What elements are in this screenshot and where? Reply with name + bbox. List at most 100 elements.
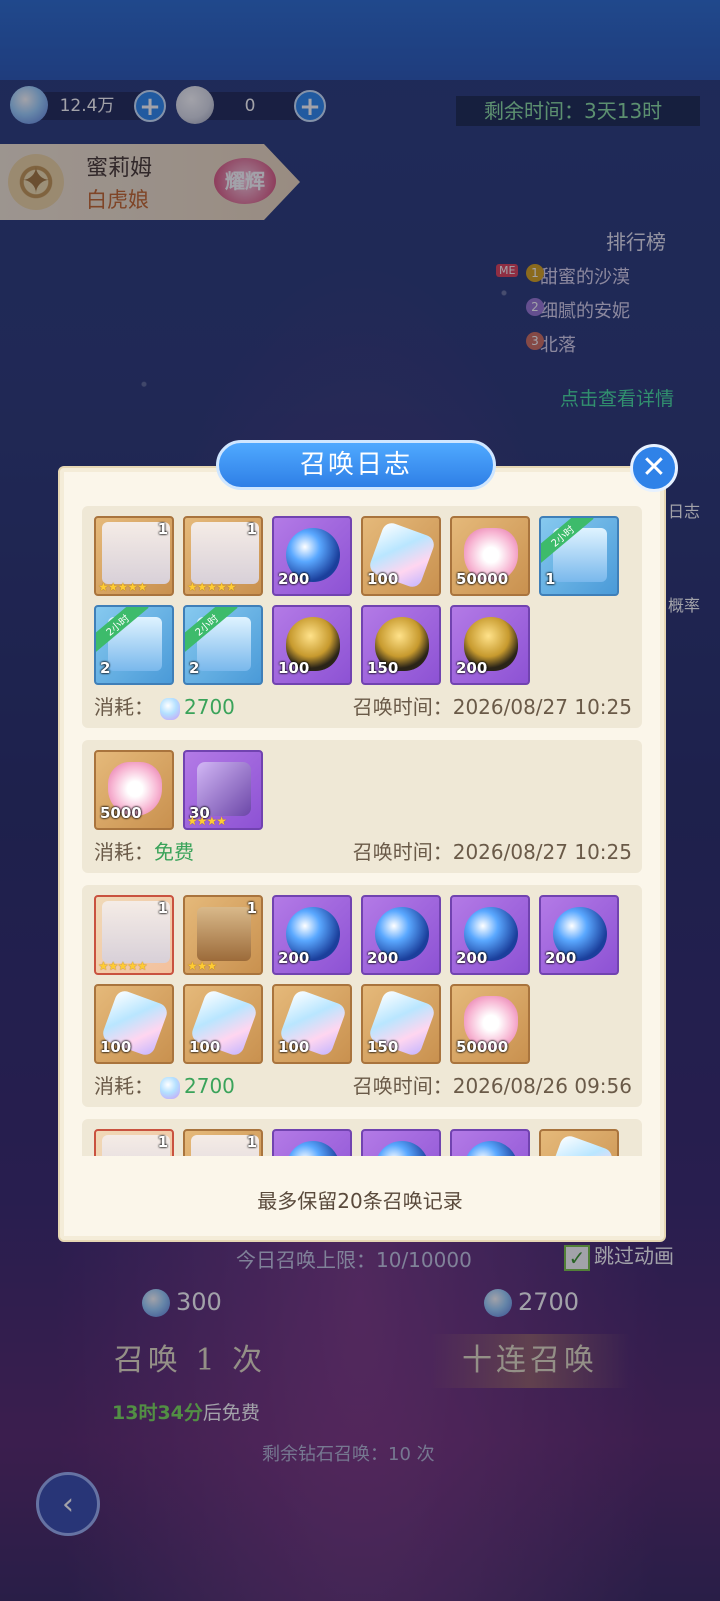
record-limit-note: 最多保留20条召唤记录 [257,1189,463,1213]
reward-item[interactable]: 1 [94,1129,174,1156]
time-label: 召唤时间： [352,695,453,719]
reward-item[interactable] [450,1129,530,1156]
item-count: 200 [278,949,310,967]
record-meta: 消耗：免费 召唤时间：2026/08/27 10:25 [94,836,632,865]
item-count: 200 [278,570,310,588]
record-list[interactable]: 1 ★★★★★ 1 ★★★★★ 200 100 50000 2小时 1 2小时 2 2小时 2 100 15… [82,506,642,1156]
reward-item[interactable]: 200 [272,895,352,975]
reward-item[interactable]: 2小时 2 [183,605,263,685]
reward-item[interactable]: 50000 [450,516,530,596]
reward-item[interactable]: 1 [183,1129,263,1156]
reward-item[interactable]: 30 ★★★★ [183,750,263,830]
star-rating: ★★★★★ [98,959,148,973]
item-count: 100 [367,570,399,588]
item-count: 100 [189,1038,221,1056]
star-rating: ★★★★★ [98,580,148,594]
reward-grid: 11 [94,1129,632,1156]
reward-item[interactable]: 200 [450,605,530,685]
cost-value: 免费 [154,840,194,864]
reward-item[interactable]: 100 [361,516,441,596]
reward-item[interactable]: 5000 [94,750,174,830]
time-value: 2026/08/26 09:56 [452,1074,632,1098]
item-count: 200 [456,659,488,677]
item-count: 2 [189,659,200,677]
reward-item[interactable]: 100 [183,984,263,1064]
cost-label: 消耗： [94,695,154,719]
reward-item[interactable] [272,1129,352,1156]
reward-item[interactable]: 200 [539,895,619,975]
modal-title: 召唤日志 [216,440,496,490]
summon-record: 1 ★★★★★ 1 ★★★ 200 200 200 200 100 100 100 150 50000 消… [82,885,642,1107]
orb-icon [375,1141,429,1156]
diamond-icon [160,1076,180,1099]
cost-info: 消耗： 2700 [94,691,235,720]
reward-item[interactable]: 100 [94,984,174,1064]
item-count: 150 [367,1038,399,1056]
reward-item[interactable]: 200 [361,895,441,975]
item-count: 5000 [100,804,142,822]
crystal-icon [545,1133,615,1156]
item-count: 200 [367,949,399,967]
time-label: 召唤时间： [352,1074,453,1098]
reward-item[interactable] [539,1129,619,1156]
item-count: 2 [100,659,111,677]
reward-item[interactable]: 100 [272,605,352,685]
close-button[interactable]: ✕ [630,444,678,492]
time-value: 2026/08/27 10:25 [452,695,632,719]
reward-item[interactable]: 1 ★★★★★ [94,516,174,596]
reward-item[interactable]: 150 [361,984,441,1064]
cost-label: 消耗： [94,840,154,864]
item-count: 100 [278,659,310,677]
item-count: 1 [246,1133,257,1151]
summon-time: 召唤时间：2026/08/27 10:25 [353,836,632,865]
reward-item[interactable]: 200 [272,516,352,596]
item-count: 100 [100,1038,132,1056]
star-rating: ★★★ [187,959,217,973]
reward-item[interactable]: 50000 [450,984,530,1064]
time-value: 2026/08/27 10:25 [452,840,632,864]
reward-item[interactable] [361,1129,441,1156]
summon-record: 1 ★★★★★ 1 ★★★★★ 200 100 50000 2小时 1 2小时 2 2小时 2 100 15… [82,506,642,728]
star-rating: ★★★★★ [187,580,237,594]
summon-record: 11 [82,1119,642,1156]
summon-log-modal: 召唤日志 1 ★★★★★ 1 ★★★★★ 200 100 50000 2小时 1 2小时 2 2小时 2… [58,440,666,1242]
cost-value: 2700 [184,695,235,719]
item-count: 50000 [456,1038,509,1056]
record-meta: 消耗： 2700 召唤时间：2026/08/27 10:25 [94,691,632,720]
time-label: 召唤时间： [352,840,453,864]
cost-label: 消耗： [94,1074,154,1098]
item-count: 200 [545,949,577,967]
summon-record: 5000 30 ★★★★ 消耗：免费 召唤时间：2026/08/27 10:25 [82,740,642,873]
reward-item[interactable]: 1 ★★★ [183,895,263,975]
orb-icon [286,1141,340,1156]
item-count: 150 [367,659,399,677]
summon-time: 召唤时间：2026/08/26 09:56 [353,1070,632,1099]
item-count: 1 [545,570,556,588]
reward-grid: 1 ★★★★★ 1 ★★★★★ 200 100 50000 2小时 1 2小时 2 2小时 2 100 15… [94,516,632,685]
item-count: 50000 [456,570,509,588]
item-count: 1 [157,899,168,917]
reward-grid: 5000 30 ★★★★ [94,750,632,830]
cost-value: 2700 [184,1074,235,1098]
reward-item[interactable]: 2小时 1 [539,516,619,596]
box-icon [197,907,251,961]
star-rating: ★★★★ [187,814,227,828]
cost-info: 消耗： 2700 [94,1070,235,1099]
item-count: 1 [157,520,168,538]
reward-item[interactable]: 1 ★★★★★ [94,895,174,975]
reward-item[interactable]: 100 [272,984,352,1064]
summon-time: 召唤时间：2026/08/27 10:25 [353,691,632,720]
reward-item[interactable]: 200 [450,895,530,975]
record-meta: 消耗： 2700 召唤时间：2026/08/26 09:56 [94,1070,632,1099]
orb-icon [464,1141,518,1156]
reward-grid: 1 ★★★★★ 1 ★★★ 200 200 200 200 100 100 100 150 50000 [94,895,632,1064]
reward-item[interactable]: 1 ★★★★★ [183,516,263,596]
item-count: 100 [278,1038,310,1056]
item-count: 1 [246,520,257,538]
cost-info: 消耗：免费 [94,836,194,865]
item-count: 1 [246,899,257,917]
item-count: 1 [157,1133,168,1151]
reward-item[interactable]: 2小时 2 [94,605,174,685]
item-count: 200 [456,949,488,967]
reward-item[interactable]: 150 [361,605,441,685]
